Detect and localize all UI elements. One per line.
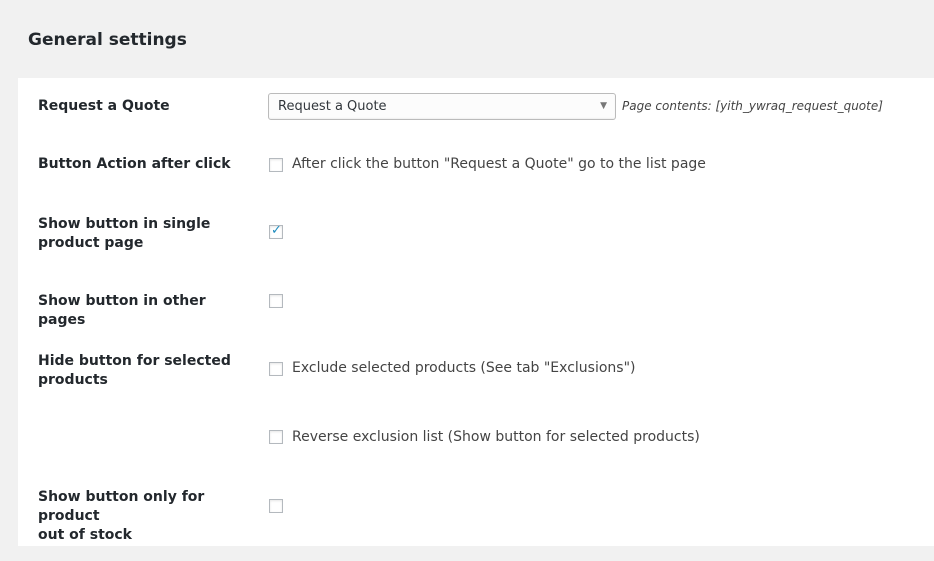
settings-panel: Request a Quote Request a Quote ▼ Page c… [18, 78, 934, 546]
out-of-stock-checkbox[interactable] [269, 499, 283, 513]
reverse-exclusion-checkbox-label[interactable]: Reverse exclusion list (Show button for … [292, 428, 700, 447]
other-pages-label: Show button in other pages [38, 293, 206, 328]
settings-page: General settings Request a Quote Request… [0, 0, 934, 561]
request-quote-select-value: Request a Quote [278, 99, 387, 114]
hide-selected-label-line2: products [38, 372, 108, 388]
hide-selected-label-line1: Hide button for selected [38, 353, 231, 369]
single-product-checkbox[interactable]: ✓ [269, 223, 283, 239]
request-quote-description: Page contents: [yith_ywraq_request_quote… [622, 99, 883, 113]
single-product-label-line1: Show button in single [38, 216, 211, 232]
out-of-stock-label-line1: Show button only for product [38, 489, 205, 524]
exclude-selected-checkbox-label[interactable]: Exclude selected products (See tab "Excl… [292, 359, 635, 378]
button-action-checkbox[interactable] [269, 158, 283, 172]
out-of-stock-label-line2: out of stock [38, 527, 132, 543]
single-product-label: Show button in single product page [38, 215, 243, 253]
single-product-label-line2: product page [38, 235, 144, 251]
checkmark-icon: ✓ [271, 223, 282, 238]
request-quote-label: Request a Quote [38, 98, 170, 114]
other-pages-checkbox[interactable] [269, 294, 283, 308]
reverse-exclusion-checkbox[interactable] [269, 430, 283, 444]
button-action-checkbox-label[interactable]: After click the button "Request a Quote"… [292, 155, 706, 174]
chevron-down-icon: ▼ [600, 101, 607, 111]
request-quote-page-select[interactable]: Request a Quote ▼ [268, 93, 616, 120]
out-of-stock-label: Show button only for product out of stoc… [38, 488, 243, 545]
exclude-selected-checkbox[interactable] [269, 362, 283, 376]
section-title: General settings [28, 30, 187, 50]
hide-selected-label: Hide button for selected products [38, 352, 243, 390]
button-action-label: Button Action after click [38, 156, 231, 172]
